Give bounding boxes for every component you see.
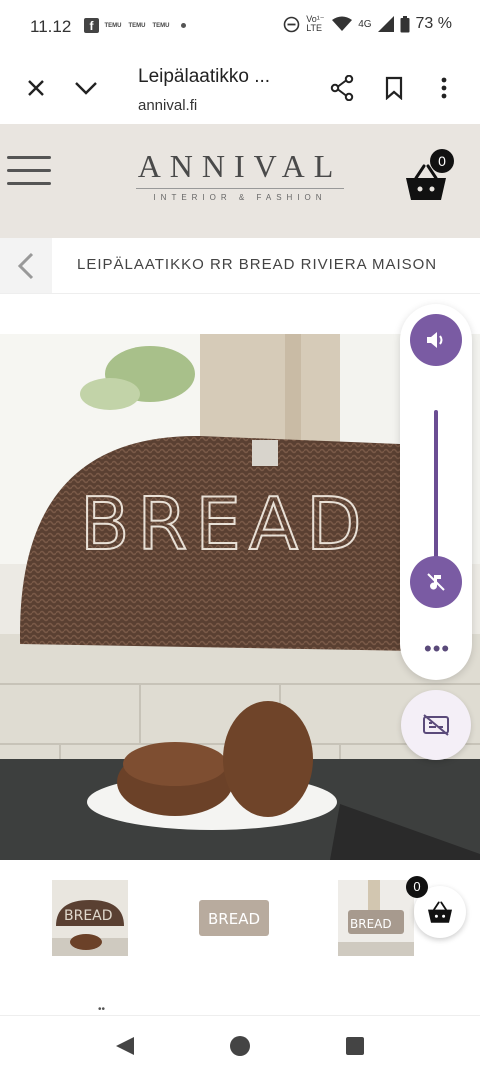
thumbnail-2[interactable]: BREAD bbox=[196, 880, 272, 956]
share-icon[interactable] bbox=[326, 72, 358, 104]
thumbnail-text: BREAD bbox=[208, 910, 260, 928]
cart-count-badge: 0 bbox=[430, 149, 454, 173]
close-icon[interactable] bbox=[20, 72, 52, 104]
captions-off-icon bbox=[423, 714, 449, 736]
battery-level: 73 % bbox=[415, 15, 452, 32]
recents-square-icon[interactable] bbox=[345, 1036, 365, 1056]
temu-icon: TEMU bbox=[104, 22, 122, 29]
thumbnail-1[interactable]: BREAD bbox=[52, 880, 128, 956]
dnd-icon bbox=[283, 16, 300, 32]
custom-tab-toolbar: Leipälaatikko ... annival.fi bbox=[0, 52, 480, 124]
volume-toggle-button[interactable] bbox=[410, 314, 462, 366]
product-breadcrumb: LEIPÄLAATIKKO RR BREAD RIVIERA MAISON bbox=[0, 238, 480, 294]
status-bar: 11.12 f TEMU TEMU TEMU Vo¹⁻ LTE 4G 73 % bbox=[0, 0, 480, 52]
home-circle-icon[interactable] bbox=[229, 1035, 251, 1057]
site-logo[interactable]: ANNIVAL INTERIOR & FASHION bbox=[130, 148, 350, 202]
product-name: LEIPÄLAATIKKO RR BREAD RIVIERA MAISON bbox=[77, 256, 438, 273]
floating-cart-badge: 0 bbox=[406, 876, 428, 898]
menu-icon[interactable] bbox=[7, 156, 53, 188]
volte-indicator: Vo¹⁻ LTE bbox=[306, 14, 325, 33]
status-right: Vo¹⁻ LTE 4G 73 % bbox=[283, 15, 452, 33]
facebook-icon: f bbox=[84, 18, 99, 33]
system-nav-bar bbox=[0, 1015, 480, 1076]
bookmark-icon[interactable] bbox=[378, 72, 410, 104]
status-time: 11.12 bbox=[30, 17, 72, 36]
more-notifications-dot bbox=[181, 23, 186, 28]
page-title: Leipälaatikko ... bbox=[138, 66, 271, 87]
site-header: ANNIVAL INTERIOR & FASHION 0 bbox=[0, 124, 480, 238]
live-caption-button[interactable] bbox=[401, 690, 471, 760]
temu-icon: TEMU bbox=[128, 22, 146, 29]
volume-more-options[interactable]: ••• bbox=[424, 636, 450, 662]
chevron-left-icon bbox=[17, 252, 34, 279]
network-type: 4G bbox=[358, 18, 372, 30]
basket-icon bbox=[428, 901, 452, 923]
page-url: annival.fi bbox=[138, 97, 198, 114]
back-button[interactable] bbox=[0, 238, 52, 293]
thumbnail-text: BREAD bbox=[350, 917, 392, 931]
thumbnail-text: BREAD bbox=[64, 908, 113, 924]
temu-icon: TEMU bbox=[152, 22, 170, 29]
thumbnail-3[interactable]: BREAD bbox=[338, 880, 414, 956]
logo-divider bbox=[136, 188, 344, 189]
wifi-icon bbox=[332, 16, 353, 31]
more-menu-icon[interactable] bbox=[428, 72, 460, 104]
pager-dots: •• bbox=[98, 1004, 106, 1015]
chevron-down-icon[interactable] bbox=[70, 72, 102, 104]
logo-tagline: INTERIOR & FASHION bbox=[153, 193, 327, 202]
battery-icon bbox=[400, 15, 410, 32]
back-triangle-icon[interactable] bbox=[114, 1035, 136, 1057]
signal-icon bbox=[377, 16, 394, 32]
speaker-icon bbox=[427, 332, 443, 348]
mute-button[interactable] bbox=[410, 556, 462, 608]
music-off-icon bbox=[427, 573, 445, 591]
logo-wordmark: ANNIVAL bbox=[137, 148, 343, 184]
notification-icons: f TEMU TEMU TEMU bbox=[84, 18, 186, 33]
bread-lettering: BREAD bbox=[80, 482, 370, 566]
volume-panel: ••• bbox=[400, 304, 472, 680]
